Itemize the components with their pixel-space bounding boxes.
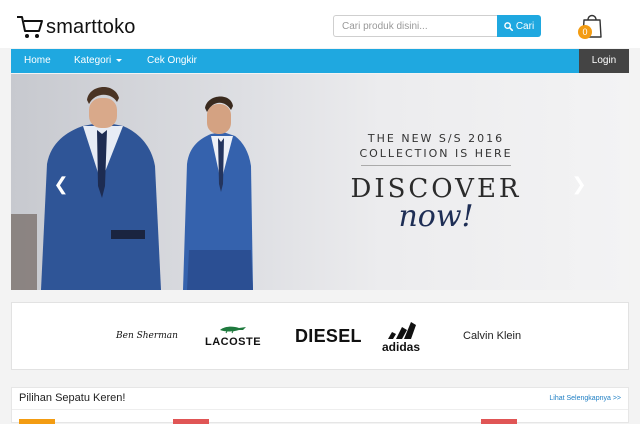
brand-lacoste[interactable]: LACOSTE (205, 303, 261, 369)
search-bar: Cari (333, 15, 541, 37)
crocodile-icon (220, 326, 247, 334)
banner-headline-1: THE NEW S/S 2016 (367, 132, 505, 145)
search-button-label: Cari (515, 20, 535, 32)
brand-diesel[interactable]: DIESEL (295, 303, 362, 369)
login-button[interactable]: Login (579, 49, 629, 73)
product-tag (481, 419, 517, 424)
brand-calvin-klein[interactable]: Calvin Klein (463, 303, 521, 369)
brand-lacoste-label: LACOSTE (205, 336, 262, 348)
logo-text: smarttoko (46, 15, 136, 38)
section-divider (12, 409, 628, 410)
brand-logos-strip: Ben Sherman LACOSTE DIESEL adidas Calvin… (11, 302, 629, 370)
carousel-prev-arrow-icon[interactable]: ❮ (53, 174, 69, 194)
banner-headline-2: COLLECTION IS HERE (359, 147, 513, 160)
main-navbar: Home Kategori Cek Ongkir Login (11, 49, 629, 73)
shopping-cart-logo-icon (17, 16, 43, 38)
banner-now: now! (398, 199, 474, 234)
brand-adidas-label: adidas (382, 339, 421, 354)
product-section: Pilihan Sepatu Keren! Lihat Selengkapnya… (11, 387, 629, 424)
banner-divider (361, 165, 511, 166)
section-title: Pilihan Sepatu Keren! (19, 392, 126, 404)
header: smarttoko Cari 0 (0, 0, 640, 48)
search-icon (504, 21, 513, 31)
nav-kategori-dropdown[interactable]: Kategori (74, 49, 123, 73)
nav-kategori-label: Kategori (74, 55, 112, 66)
logo[interactable]: smarttoko (16, 13, 136, 41)
product-tag (173, 419, 209, 424)
search-button[interactable]: Cari (497, 15, 541, 37)
brand-ben-sherman[interactable]: Ben Sherman (116, 303, 178, 369)
product-tag (19, 419, 55, 424)
carousel-next-arrow-icon[interactable]: ❯ (571, 174, 587, 194)
hero-banner[interactable]: ❮ ❯ THE NEW S/S 2016 COLLECTION IS HERE … (11, 74, 629, 290)
cart-button[interactable]: 0 (576, 10, 606, 40)
nav-cek-ongkir[interactable]: Cek Ongkir (147, 49, 197, 73)
caret-down-icon (116, 58, 123, 62)
adidas-stripes-icon (388, 321, 416, 339)
nav-home[interactable]: Home (24, 49, 51, 73)
search-input[interactable] (333, 15, 497, 37)
see-more-link[interactable]: Lihat Selengkapnya >> (549, 395, 621, 402)
brand-adidas[interactable]: adidas (382, 303, 420, 369)
cart-count-badge: 0 (578, 25, 592, 39)
